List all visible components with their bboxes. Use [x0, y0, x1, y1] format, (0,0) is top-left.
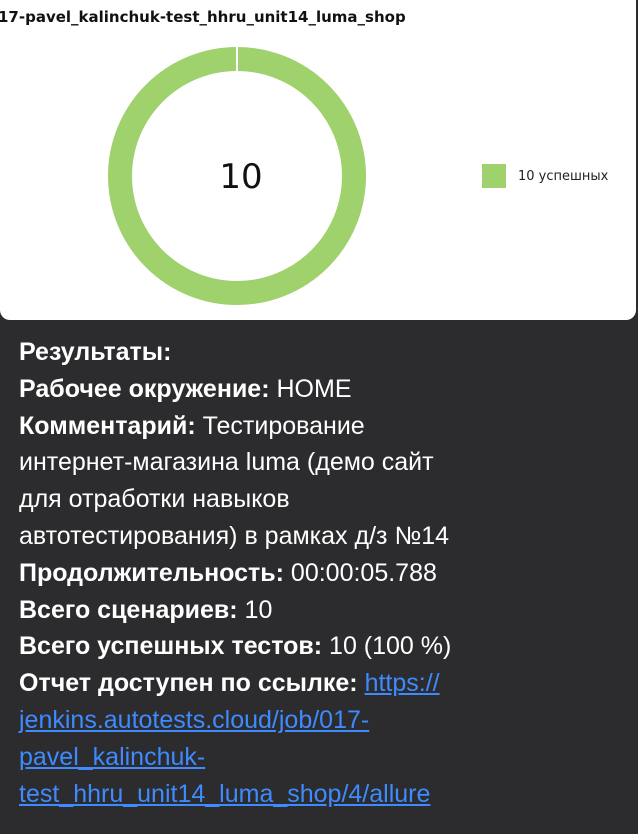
scenarios-value: 10: [244, 595, 273, 624]
environment-row: Рабочее окружение: HOME: [19, 371, 619, 408]
comment-line-2: интернет-магазина luma (демо сайт: [19, 448, 434, 477]
legend-swatch-passed: [482, 164, 506, 188]
donut-chart: 10: [108, 47, 366, 305]
chart-card: 17-pavel_kalinchuk-test_hhru_unit14_luma…: [0, 0, 636, 320]
comment-line-3: для отработки навыков: [19, 485, 290, 514]
report-label: Отчет доступен по ссылке:: [19, 669, 358, 698]
comment-row: Комментарий: Тестирование: [19, 408, 619, 445]
duration-label: Продолжительность:: [19, 558, 284, 587]
environment-label: Рабочее окружение:: [19, 374, 270, 403]
report-link-part-2[interactable]: jenkins.autotests.cloud/job/017-: [19, 706, 369, 734]
environment-value: HOME: [276, 374, 352, 403]
message-text: Результаты: Рабочее окружение: HOME Комм…: [19, 334, 619, 812]
chart-legend: 10 успешных: [482, 164, 608, 188]
report-link-row-2: jenkins.autotests.cloud/job/017-: [19, 702, 619, 739]
legend-label-passed: 10 успешных: [518, 168, 609, 184]
comment-line-4: автотестирования) в рамках д/з №14: [19, 521, 450, 550]
comment-label: Комментарий:: [19, 411, 196, 440]
scenarios-row: Всего сценариев: 10: [19, 592, 619, 629]
donut-center-value: 10: [219, 157, 262, 197]
passed-value: 10 (100 %): [329, 632, 452, 661]
comment-line-1: Тестирование: [202, 411, 365, 440]
report-link-row-4: test_hhru_unit14_luma_shop/4/allure: [19, 776, 619, 813]
results-heading: Результаты:: [19, 338, 172, 366]
duration-value: 00:00:05.788: [290, 558, 437, 587]
report-row: Отчет доступен по ссылке: https://: [19, 665, 619, 702]
passed-label: Всего успешных тестов:: [19, 632, 323, 661]
report-link-part-4[interactable]: test_hhru_unit14_luma_shop/4/allure: [19, 780, 430, 808]
scenarios-label: Всего сценариев:: [19, 595, 238, 624]
duration-row: Продолжительность: 00:00:05.788: [19, 555, 619, 592]
report-link-part-3[interactable]: pavel_kalinchuk-: [19, 743, 205, 771]
passed-row: Всего успешных тестов: 10 (100 %): [19, 628, 619, 665]
report-link-part-1[interactable]: https://: [365, 669, 440, 697]
report-link-row-3: pavel_kalinchuk-: [19, 739, 619, 776]
